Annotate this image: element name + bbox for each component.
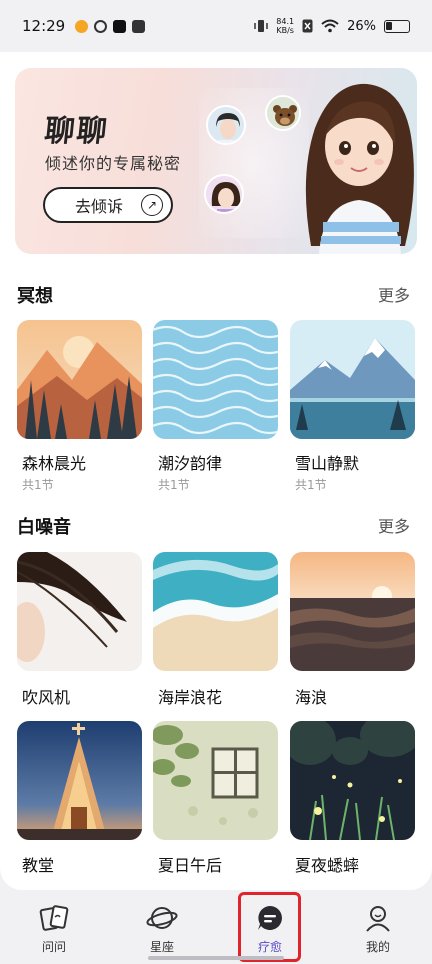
- arrow-up-right-icon: ↗: [141, 194, 163, 216]
- nav-label: 我的: [365, 940, 390, 954]
- meditation-section-title: 冥想: [17, 286, 53, 307]
- meditation-card-label: 森林晨光: [22, 454, 87, 473]
- status-time: 12:29: [22, 17, 66, 35]
- tiktok-icon: [113, 19, 127, 33]
- meditation-card-forest[interactable]: [17, 320, 142, 439]
- chat-bubble-icon: [258, 906, 282, 930]
- cards-icon: [39, 905, 69, 931]
- meditation-more-link[interactable]: 更多: [378, 282, 410, 306]
- meditation-card-meta: 共1节: [158, 478, 190, 492]
- link-icon: [94, 19, 108, 33]
- white-noise-card-label: 夏夜蟋蟀: [295, 856, 360, 875]
- banner-subtitle: 倾述你的专属秘密: [45, 154, 182, 173]
- weibo-icon: [75, 19, 89, 33]
- white-noise-card-label: 夏日午后: [158, 856, 223, 875]
- nav-horoscope[interactable]: 星座: [108, 890, 216, 964]
- nav-label: 星座: [149, 940, 174, 954]
- white-noise-card-ocean-waves[interactable]: [290, 552, 415, 671]
- status-bar: 12:29 84.1 KB/s 26%: [0, 0, 432, 52]
- white-noise-card-label: 海浪: [295, 688, 328, 707]
- status-left: 12:29: [22, 17, 146, 35]
- meditation-card-meta: 共1节: [295, 478, 327, 492]
- nav-label: 疗愈: [257, 940, 282, 954]
- net-speed-unit: KB/s: [276, 26, 294, 35]
- profile-icon: [366, 906, 390, 932]
- battery-icon: [384, 19, 410, 33]
- meditation-card-tide[interactable]: [153, 320, 278, 439]
- vibrate-icon: [254, 20, 269, 32]
- net-speed-value: 84.1: [276, 17, 295, 26]
- white-noise-section-title: 白噪音: [17, 517, 71, 538]
- status-right: 84.1 KB/s 26%: [254, 17, 410, 35]
- planet-icon: [146, 907, 178, 929]
- white-noise-card-church[interactable]: [17, 721, 142, 840]
- avatar-girl-small: [204, 174, 244, 214]
- sim-icon: [302, 19, 313, 33]
- chat-banner[interactable]: 聊聊 倾述你的专属秘密 去倾诉 ↗: [15, 68, 417, 254]
- nav-profile[interactable]: 我的: [324, 890, 432, 964]
- white-noise-card-label: 教堂: [22, 856, 55, 875]
- white-noise-card-label: 海岸浪花: [158, 688, 223, 707]
- confide-button[interactable]: 去倾诉 ↗: [43, 187, 173, 223]
- white-noise-card-coastal-spray[interactable]: [153, 552, 278, 671]
- nav-healing[interactable]: 疗愈: [216, 890, 324, 964]
- banner-title: 聊聊: [42, 114, 111, 149]
- white-noise-card-summer-night-cricket[interactable]: [290, 721, 415, 840]
- white-noise-more-link[interactable]: 更多: [378, 513, 410, 537]
- white-noise-card-label: 吹风机: [22, 688, 71, 707]
- girl-illustration: [305, 83, 414, 254]
- meditation-card-label: 雪山静默: [295, 454, 360, 473]
- meditation-card-snow-mountain[interactable]: [290, 320, 415, 439]
- nav-label: 问问: [41, 940, 66, 954]
- avatar-boy: [206, 105, 246, 145]
- confide-button-label: 去倾诉: [75, 197, 124, 216]
- white-noise-card-summer-afternoon[interactable]: [153, 721, 278, 840]
- bottom-nav: 问问 星座 疗愈 我的: [0, 890, 432, 964]
- mail-icon: [132, 19, 146, 33]
- white-noise-card-hair-dryer[interactable]: [17, 552, 142, 671]
- battery-percent: 26%: [347, 18, 376, 34]
- content-panel: 聊聊 倾述你的专属秘密 去倾诉 ↗ 冥想 更多 森林晨光 共1节 潮汐韵律 共1…: [0, 52, 432, 890]
- nav-ask[interactable]: 问问: [0, 890, 108, 964]
- home-indicator[interactable]: [148, 956, 284, 960]
- wifi-icon: [321, 19, 339, 33]
- meditation-card-meta: 共1节: [22, 478, 54, 492]
- net-speed: 84.1 KB/s: [276, 17, 294, 35]
- meditation-card-label: 潮汐韵律: [158, 454, 223, 473]
